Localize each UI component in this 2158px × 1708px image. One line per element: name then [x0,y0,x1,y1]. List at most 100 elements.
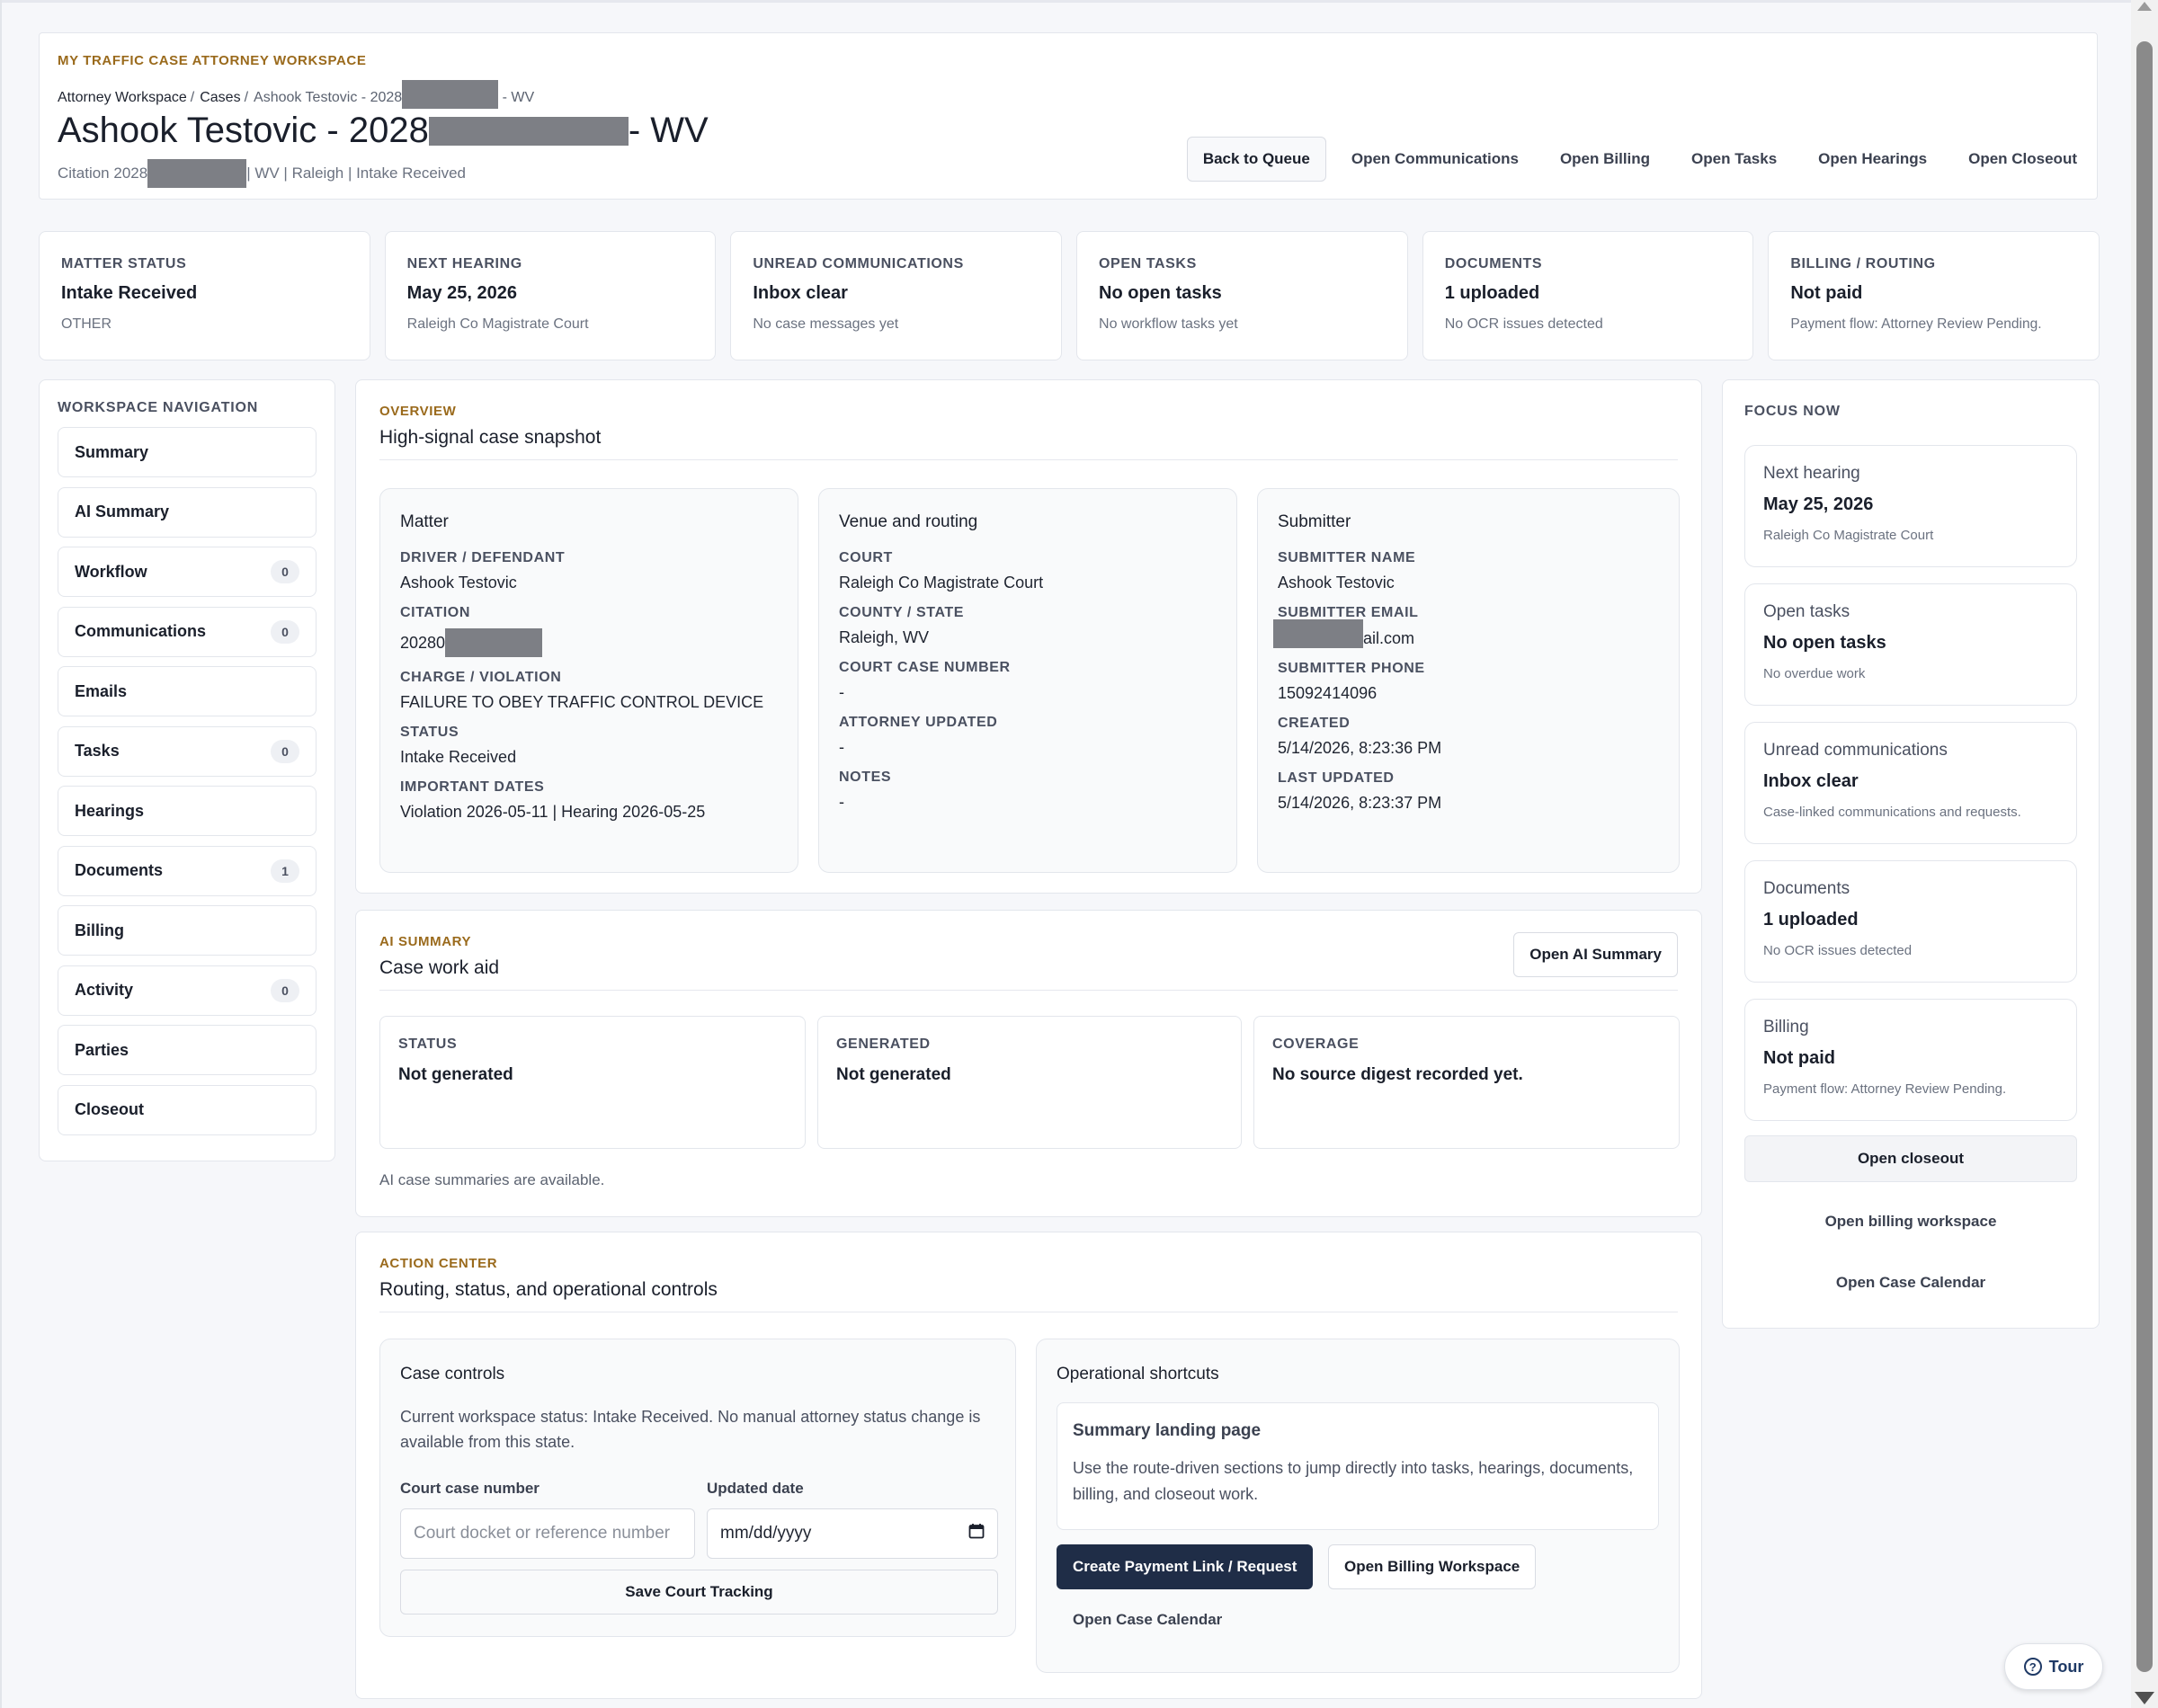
count-badge: 0 [271,739,299,763]
citation-value: 20280 [400,628,778,657]
open-hearings-link[interactable]: Open Hearings [1797,137,1948,182]
summary-landing-description: Use the route-driven sections to jump di… [1073,1459,1634,1503]
nav-item-label: Parties [75,1040,129,1059]
county-value: Raleigh, WV [839,628,930,646]
action-center-panel: ACTION CENTER Routing, status, and opera… [355,1232,1702,1699]
open-closeout-link[interactable]: Open Closeout [1948,137,2077,182]
nav-item-closeout[interactable]: Closeout [58,1084,317,1135]
scroll-up-arrow-icon[interactable] [2137,2,2152,11]
court-case-number-input[interactable] [400,1508,695,1559]
stat-value: Intake Received [61,283,198,303]
focus-unread-communications: Unread communications Inbox clear Case-l… [1744,722,2077,844]
ai-generated-label: GENERATED [836,1036,931,1052]
breadcrumb-cases[interactable]: Cases [200,90,240,106]
updated-date-input[interactable]: mm/dd/yyyy [707,1508,998,1559]
venue-card-title: Venue and routing [839,512,978,531]
open-ai-summary-button[interactable]: Open AI Summary [1513,932,1678,977]
calendar-icon[interactable] [968,1523,985,1544]
nav-item-label: Closeout [75,1100,145,1118]
date-placeholder: mm/dd/yyyy [720,1524,812,1543]
nav-item-label: Activity [75,981,134,999]
field-label: CREATED [1278,716,1351,731]
stat-sub: Raleigh Co Magistrate Court [406,316,589,332]
field-label: IMPORTANT DATES [400,779,545,795]
save-court-tracking-button[interactable]: Save Court Tracking [400,1570,998,1615]
breadcrumb-attorney-workspace[interactable]: Attorney Workspace [58,90,187,106]
submitter-phone-value: 15092414096 [1278,684,1378,702]
open-case-calendar-link[interactable]: Open Case Calendar [1073,1611,1222,1629]
nav-item-summary[interactable]: Summary [58,427,317,477]
ai-summary-eyebrow: AI SUMMARY [379,934,472,949]
page-subtitle: Citation 2028 | WV | Raleigh | Intake Rec… [58,159,466,188]
driver-value: Ashook Testovic [400,574,517,592]
focus-documents: Documents 1 uploaded No OCR issues detec… [1744,860,2077,983]
citation-prefix: 20280 [400,633,446,652]
field-label: CITATION [400,605,470,620]
nav-item-label: Hearings [75,801,145,820]
nav-item-hearings[interactable]: Hearings [58,786,317,836]
count-badge: 0 [271,560,299,583]
nav-item-ai-summary[interactable]: AI Summary [58,486,317,538]
focus-card-label: Billing [1763,1018,1809,1036]
count-badge: 1 [271,858,299,883]
redaction-block [402,80,499,109]
open-billing-link[interactable]: Open Billing [1539,137,1671,182]
field-label: NOTES [839,769,892,785]
divider [379,990,1678,991]
stat-value: Inbox clear [753,283,848,303]
nav-item-emails[interactable]: Emails [58,666,317,716]
overview-eyebrow: OVERVIEW [379,404,457,419]
create-payment-link-button[interactable]: Create Payment Link / Request [1057,1544,1314,1589]
ai-generated-box: GENERATED Not generated [817,1016,1242,1149]
nav-item-communications[interactable]: Communications 0 [58,606,317,657]
header-actions: Back to Queue Open Communications Open B… [1186,137,2077,182]
charge-value: FAILURE TO OBEY TRAFFIC CONTROL DEVICE [400,693,764,711]
attorney-updated-value: - [839,738,844,756]
ai-summary-note: AI case summaries are available. [379,1171,605,1188]
nav-item-documents[interactable]: Documents 1 [58,845,317,896]
stat-sub: No case messages yet [753,316,899,332]
breadcrumb-current-prefix: Ashook Testovic - 2028 [254,90,403,106]
open-communications-link[interactable]: Open Communications [1326,137,1539,182]
focus-card-value: May 25, 2026 [1763,494,1874,514]
back-to-queue-button[interactable]: Back to Queue [1186,137,1326,182]
venue-card: Venue and routing COURT Raleigh Co Magis… [818,488,1237,873]
stat-value: No open tasks [1099,283,1222,303]
open-case-calendar-link[interactable]: Open Case Calendar [1744,1274,2077,1292]
nav-item-billing[interactable]: Billing [58,905,317,956]
stat-value: Not paid [1790,283,1863,303]
nav-item-activity[interactable]: Activity 0 [58,965,317,1016]
tour-button[interactable]: ? Tour [2004,1643,2103,1690]
scroll-down-arrow-icon[interactable] [2135,1692,2154,1704]
focus-card-sub: Raleigh Co Magistrate Court [1763,528,1934,543]
open-closeout-button[interactable]: Open closeout [1744,1135,2077,1182]
breadcrumb-current: Ashook Testovic - 2028 - WV [254,80,534,109]
scrollbar-thumb[interactable] [2136,41,2153,1672]
case-controls-title: Case controls [400,1365,505,1383]
overview-panel: OVERVIEW High-signal case snapshot Matte… [355,379,1702,894]
open-tasks-link[interactable]: Open Tasks [1671,137,1797,182]
ai-generated-value: Not generated [836,1065,951,1084]
case-controls-card: Case controls Current workspace status: … [379,1339,1016,1637]
court-case-number-label: Court case number [400,1480,540,1497]
page-title: Ashook Testovic - 2028 - WV [58,111,709,151]
field-label: COURT CASE NUMBER [839,660,1011,675]
nav-item-tasks[interactable]: Tasks 0 [58,725,317,777]
ai-coverage-label: COVERAGE [1272,1036,1360,1052]
focus-card-label: Unread communications [1763,741,1948,760]
stat-billing-routing: BILLING / ROUTING Not paid Payment flow:… [1768,231,2100,360]
nav-item-workflow[interactable]: Workflow 0 [58,547,317,597]
nav-item-parties[interactable]: Parties [58,1025,317,1075]
matter-card: Matter DRIVER / DEFENDANT Ashook Testovi… [379,488,798,873]
open-billing-workspace-button[interactable]: Open Billing Workspace [1328,1544,1537,1589]
open-billing-workspace-link[interactable]: Open billing workspace [1744,1213,2077,1231]
title-prefix: Ashook Testovic - 2028 [58,111,429,150]
court-value: Raleigh Co Magistrate Court [839,574,1044,592]
ai-summary-title: Case work aid [379,957,500,978]
field-label: STATUS [400,725,459,740]
summary-landing-title: Summary landing page [1073,1421,1262,1440]
focus-card-label: Documents [1763,879,1850,898]
stat-sub: OTHER [61,316,111,332]
stat-unread-communications: UNREAD COMMUNICATIONS Inbox clear No cas… [730,231,1063,360]
notes-value: - [839,793,844,811]
